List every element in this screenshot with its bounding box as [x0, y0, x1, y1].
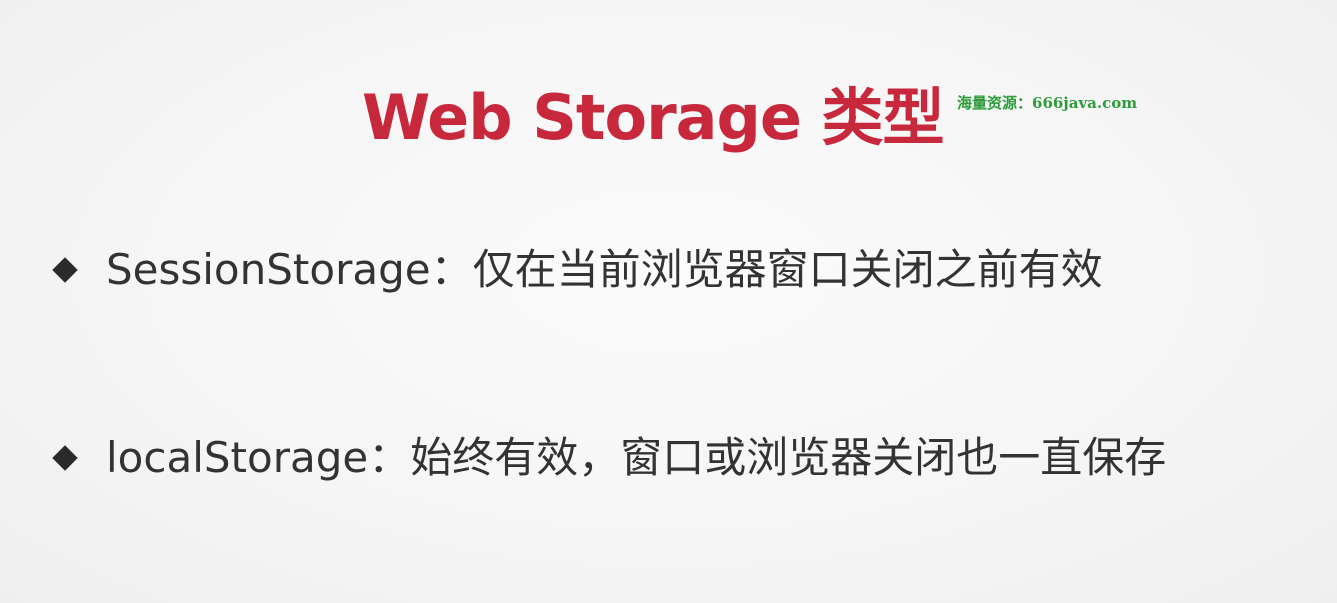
- bullet-text: SessionStorage：仅在当前浏览器窗口关闭之前有效: [106, 245, 1103, 294]
- bullet-text: localStorage：始终有效，窗口或浏览器关闭也一直保存: [106, 433, 1167, 482]
- slide: Web Storage 类型 海量资源：666java.com SessionS…: [0, 0, 1337, 603]
- bullet-item-session-storage: SessionStorage：仅在当前浏览器窗口关闭之前有效: [52, 240, 1103, 300]
- slide-title: Web Storage 类型: [362, 81, 945, 154]
- watermark-text: 海量资源：666java.com: [957, 94, 1138, 112]
- bullet-item-local-storage: localStorage：始终有效，窗口或浏览器关闭也一直保存: [52, 428, 1166, 488]
- diamond-bullet-icon: [52, 445, 78, 471]
- diamond-bullet-icon: [52, 257, 78, 283]
